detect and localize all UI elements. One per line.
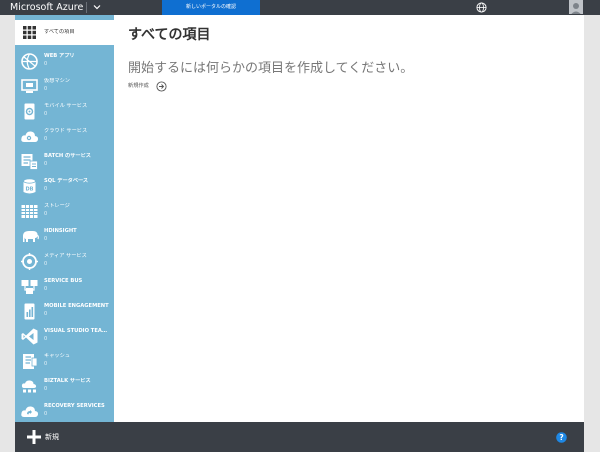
sidebar-item-label: MOBILE ENGAGEMENT [44,303,109,309]
top-bar: Microsoft Azure 新しいポータルの確認 [0,0,600,15]
sidebar-item-label: すべての項目 [44,29,75,35]
cloud-service-icon [21,131,39,142]
sidebar-item-count: 0 [44,411,48,417]
sidebar-item-count: 0 [44,111,48,117]
sidebar-item-label: WEB アプリ [44,53,75,59]
sidebar-item-biztalk-services[interactable]: BIZTALK サービス 0 [15,374,114,399]
sidebar-item-recovery-services[interactable]: RECOVERY SERVICES 0 [15,399,114,422]
sidebar-item-label: クラウド サービス [44,128,88,134]
sidebar-item-storage[interactable]: ストレージ 0 [15,199,114,224]
main-content: すべての項目 開始するには何らかの項目を作成してください。 新規作成 [114,15,584,422]
help-icon[interactable]: ? [556,432,567,443]
empty-state-message: 開始するには何らかの項目を作成してください。 [128,61,414,76]
sidebar-item-count: 0 [44,286,48,292]
hdinsight-icon [23,231,39,242]
sidebar-item-label: SERVICE BUS [44,278,83,284]
sidebar-item-label: BATCH のサービス [44,153,91,159]
sidebar-item-mobile-engagement[interactable]: MOBILE ENGAGEMENT 0 [15,299,114,324]
sidebar-item-label: HDINSIGHT [44,228,77,234]
brand-divider [86,2,87,13]
sidebar-item-all-items[interactable]: すべての項目 [15,20,114,45]
chevron-down-icon[interactable] [91,1,103,13]
service-bus-icon [21,280,38,294]
mobile-service-icon [24,103,35,120]
plus-icon [27,430,41,444]
bottom-command-bar: 新規 ? [15,422,584,452]
web-app-icon [21,53,38,70]
svg-text:?: ? [559,433,563,442]
sidebar: すべての項目 WEB アプリ 0 仮想マシン 0 モバイル サービス 0 クラウ… [15,15,114,422]
sidebar-item-visual-studio-team-services[interactable]: VISUAL STUDIO TEAM SE... 0 [15,324,114,349]
sidebar-item-media-services[interactable]: メディア サービス 0 [15,249,114,274]
sidebar-item-label: SQL データベース [44,178,89,184]
sidebar-item-web-apps[interactable]: WEB アプリ 0 [15,49,114,74]
sidebar-item-service-bus[interactable]: SERVICE BUS 0 [15,274,114,299]
sidebar-item-count: 0 [44,336,48,342]
svg-text:DB: DB [26,187,34,193]
sql-database-icon: DB [23,178,36,194]
sidebar-item-batch-services[interactable]: BATCH のサービス 0 [15,149,114,174]
virtual-machine-icon [21,79,38,93]
sidebar-item-virtual-machines[interactable]: 仮想マシン 0 [15,74,114,99]
sidebar-item-count: 0 [44,61,48,67]
sidebar-item-count: 0 [44,211,48,217]
sidebar-item-count: 0 [44,386,48,392]
user-icon [571,3,581,14]
avatar[interactable] [569,0,583,14]
globe-icon[interactable] [476,2,487,13]
sidebar-item-label: VISUAL STUDIO TEAM SE... [44,328,112,334]
sidebar-item-count: 0 [44,186,48,192]
arrow-right-circle-icon [156,81,167,92]
visual-studio-icon [21,328,38,345]
new-label: 新規 [45,433,59,441]
create-new-label: 新規作成 [128,83,149,89]
sidebar-item-count: 0 [44,136,48,142]
sidebar-item-count: 0 [44,261,48,267]
sidebar-item-label: RECOVERY SERVICES [44,403,105,409]
sidebar-item-label: メディア サービス [44,253,87,259]
sidebar-item-hdinsight[interactable]: HDINSIGHT 0 [15,224,114,249]
sidebar-item-label: ストレージ [44,203,70,209]
preview-portal-button[interactable]: 新しいポータルの確認 [162,0,260,15]
grid-icon [23,26,36,39]
sidebar-item-count: 0 [44,311,48,317]
sidebar-item-count: 0 [44,361,48,367]
sidebar-item-label: 仮想マシン [44,78,70,84]
new-button[interactable]: 新規 [27,429,67,445]
page-title: すべての項目 [128,27,211,43]
biztalk-icon [21,380,37,393]
batch-service-icon [21,154,38,170]
mobile-engagement-icon [24,303,35,320]
sidebar-item-label: モバイル サービス [44,103,88,109]
cache-icon [23,354,38,369]
sidebar-item-count: 0 [44,161,48,167]
sidebar-item-mobile-services[interactable]: モバイル サービス 0 [15,99,114,124]
sidebar-item-cloud-services[interactable]: クラウド サービス 0 [15,124,114,149]
media-service-icon [21,253,38,270]
sidebar-item-count: 0 [44,236,48,242]
sidebar-item-cache[interactable]: キャッシュ 0 [15,349,114,374]
sidebar-item-count: 0 [44,86,48,92]
sidebar-item-label: キャッシュ [44,353,70,359]
recovery-services-icon [21,406,39,417]
storage-icon [21,205,38,218]
sidebar-item-sql-databases[interactable]: DB SQL データベース 0 [15,174,114,199]
sidebar-item-label: BIZTALK サービス [44,378,91,384]
brand-title[interactable]: Microsoft Azure [10,1,83,14]
